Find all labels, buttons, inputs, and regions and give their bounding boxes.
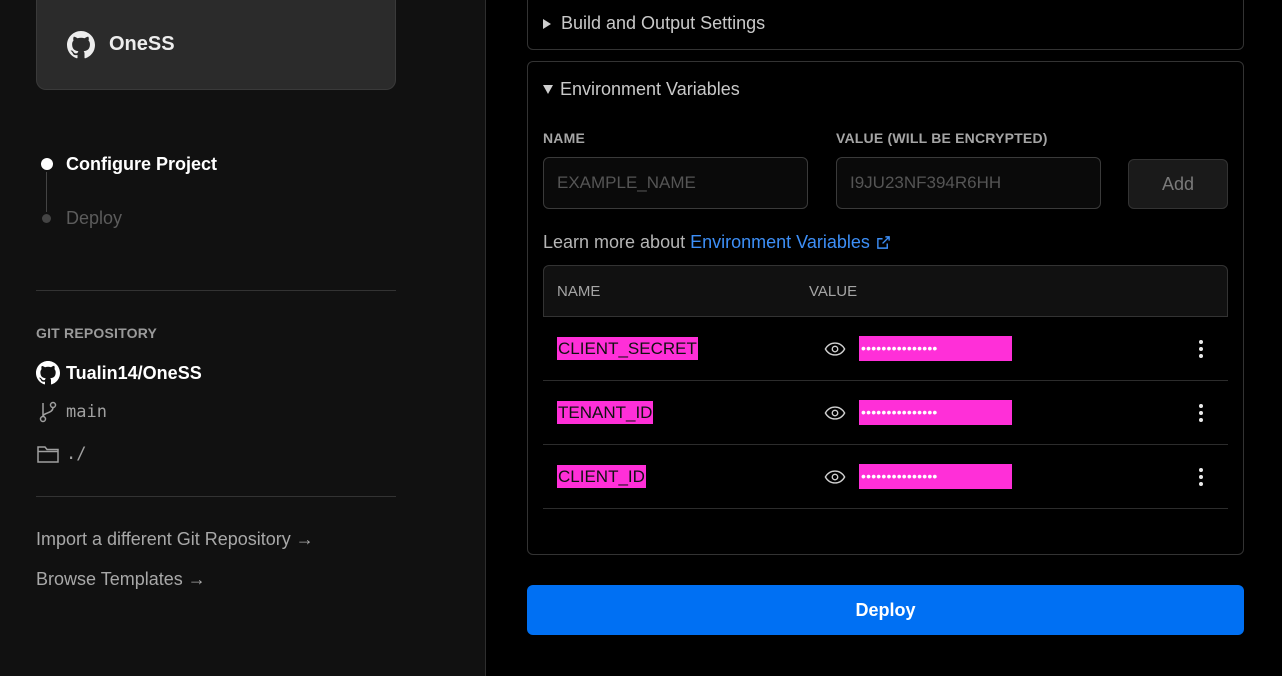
root-directory: ./ bbox=[36, 442, 86, 466]
step-list: Configure Project Deploy bbox=[36, 150, 217, 232]
env-value-masked: ••••••••••••••• bbox=[859, 400, 1012, 425]
caret-right-icon bbox=[543, 18, 551, 29]
environment-variables-toggle[interactable]: Environment Variables bbox=[543, 79, 740, 100]
table-row: CLIENT_SECRET ••••••••••••••• bbox=[543, 317, 1228, 381]
more-options-icon[interactable] bbox=[1193, 402, 1209, 424]
table-row: TENANT_ID ••••••••••••••• bbox=[543, 381, 1228, 445]
env-value-masked: ••••••••••••••• bbox=[859, 464, 1012, 489]
git-branch-icon bbox=[36, 400, 60, 424]
import-different-repo-link[interactable]: Import a different Git Repository → bbox=[36, 529, 314, 550]
eye-icon[interactable] bbox=[824, 405, 846, 421]
project-name: OneSS bbox=[109, 33, 175, 55]
browse-templates-link[interactable]: Browse Templates → bbox=[36, 569, 206, 590]
step-inactive-dot bbox=[42, 213, 51, 223]
step-label: Configure Project bbox=[66, 153, 218, 174]
more-options-icon[interactable] bbox=[1193, 338, 1209, 360]
environment-variables-label: Environment Variables bbox=[560, 79, 740, 99]
table-row: CLIENT_ID ••••••••••••••• bbox=[543, 445, 1228, 509]
git-branch: main bbox=[36, 400, 107, 424]
env-table-header: NAME VALUE bbox=[543, 265, 1228, 317]
divider bbox=[36, 496, 396, 497]
learn-more-text: Learn more about Environment Variables bbox=[543, 232, 891, 253]
step-deploy: Deploy bbox=[36, 204, 217, 232]
name-field-label: NAME bbox=[543, 130, 586, 146]
column-header-name: NAME bbox=[557, 282, 601, 300]
more-options-icon[interactable] bbox=[1193, 466, 1209, 488]
deploy-button[interactable]: Deploy bbox=[527, 585, 1244, 635]
docs-link-label: Environment Variables bbox=[690, 232, 870, 252]
build-settings-label: Build and Output Settings bbox=[561, 13, 766, 33]
eye-icon[interactable] bbox=[824, 341, 846, 357]
root-directory-value: ./ bbox=[66, 444, 87, 464]
left-panel: OneSS Configure Project Deploy GIT REPOS… bbox=[0, 0, 486, 676]
build-settings-section: Build and Output Settings bbox=[527, 0, 1244, 50]
value-field-label: VALUE (WILL BE ENCRYPTED) bbox=[836, 130, 1048, 146]
caret-down-icon bbox=[543, 85, 553, 94]
step-active-dot bbox=[41, 158, 53, 170]
eye-icon[interactable] bbox=[824, 469, 846, 485]
learn-more-prefix: Learn more about bbox=[543, 232, 686, 252]
env-table: NAME VALUE CLIENT_SECRET •••••••••••••••… bbox=[543, 265, 1228, 509]
step-label: Deploy bbox=[66, 207, 123, 228]
env-key: TENANT_ID bbox=[557, 401, 654, 424]
project-card: OneSS bbox=[36, 0, 396, 90]
github-icon bbox=[36, 361, 60, 385]
git-repository-heading: GIT REPOSITORY bbox=[36, 325, 158, 341]
add-env-button[interactable]: Add bbox=[1128, 159, 1228, 209]
env-key: CLIENT_SECRET bbox=[557, 337, 698, 360]
env-value-masked: ••••••••••••••• bbox=[859, 336, 1012, 361]
environment-variables-docs-link[interactable]: Environment Variables bbox=[690, 232, 891, 253]
git-branch-name: main bbox=[66, 402, 107, 422]
folder-icon bbox=[36, 442, 60, 466]
env-value-input[interactable] bbox=[836, 157, 1101, 209]
env-key: CLIENT_ID bbox=[557, 465, 646, 488]
step-configure-project: Configure Project bbox=[36, 150, 217, 178]
column-header-value: VALUE bbox=[809, 282, 858, 300]
divider bbox=[36, 290, 396, 291]
git-repo-name: Tualin14/OneSS bbox=[66, 362, 202, 383]
github-icon bbox=[67, 30, 95, 58]
environment-variables-section: Environment Variables NAME VALUE (WILL B… bbox=[527, 61, 1244, 555]
build-settings-toggle[interactable]: Build and Output Settings bbox=[543, 13, 765, 34]
git-repo-link[interactable]: Tualin14/OneSS bbox=[36, 361, 202, 385]
external-link-icon bbox=[877, 236, 890, 249]
env-name-input[interactable] bbox=[543, 157, 808, 209]
